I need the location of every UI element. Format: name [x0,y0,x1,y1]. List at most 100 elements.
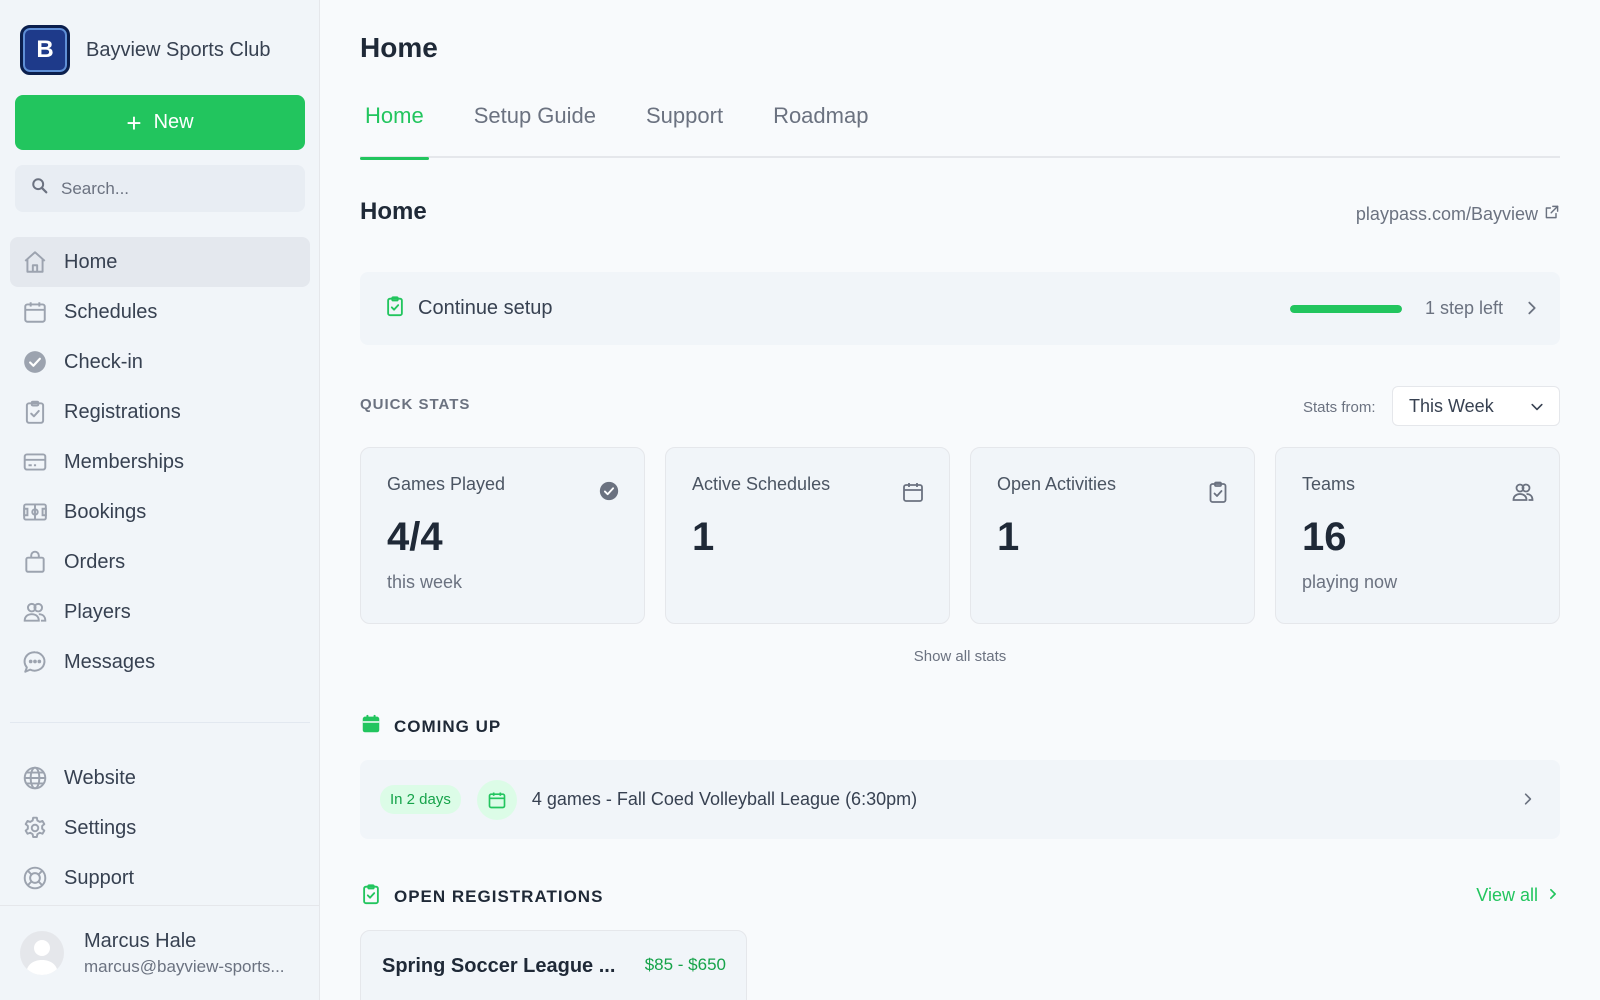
new-button-label: New [153,111,194,133]
sidebar-item-home[interactable]: Home [10,237,310,287]
open-registrations-header: OPEN REGISTRATIONS [360,883,603,910]
new-button[interactable]: + New [15,95,305,150]
calendar-icon [22,299,48,325]
sidebar-item-label: Messages [64,650,156,673]
avatar [20,931,64,975]
stat-card-active-schedules[interactable]: Active Schedules 1 [665,447,950,624]
tab-support[interactable]: Support [641,95,728,158]
sidebar-item-settings[interactable]: Settings [10,803,310,853]
setup-progress-bar [1290,305,1402,313]
calendar-icon [360,713,382,740]
clipboard-check-icon [22,399,48,425]
chevron-down-icon [1529,399,1545,420]
sidebar-item-messages[interactable]: Messages [10,637,310,687]
coming-up-header: COMING UP [360,713,501,740]
clipboard-check-icon [360,883,382,910]
upcoming-event[interactable]: In 2 days 4 games - Fall Coed Volleyball… [360,760,1560,839]
user-name: Marcus Hale [84,929,197,952]
sidebar-item-label: Players [64,600,131,623]
stat-card-teams[interactable]: Teams 16 playing now [1275,447,1560,624]
site-link-label: playpass.com/Bayview [1355,204,1538,224]
calendar-icon [901,480,925,509]
search-box [15,165,305,212]
users-icon [1511,480,1535,509]
sidebar-divider [10,722,310,723]
event-label: 4 games - Fall Coed Volleyball League (6… [531,789,918,809]
stats-period-select[interactable]: This Week [1392,386,1560,426]
clipboard-check-icon [1206,480,1230,509]
user-email: marcus@bayview-sports... [84,956,285,976]
sidebar-item-label: Website [64,766,136,789]
tab-bar: Home Setup Guide Support Roadmap [360,95,1560,160]
view-all-link[interactable]: View all [1476,885,1560,906]
open-registrations-title: OPEN REGISTRATIONS [394,886,604,906]
sidebar-item-label: Orders [64,550,126,573]
user-profile[interactable]: Marcus Hale marcus@bayview-sports... [0,905,320,1000]
brand[interactable]: B Bayview Sports Club [20,25,271,75]
tab-setup-guide[interactable]: Setup Guide [469,95,601,158]
globe-icon [22,765,48,791]
search-icon [31,177,49,200]
view-all-label: View all [1476,885,1538,905]
registration-price: $85 - $650 [644,955,726,974]
search-input[interactable] [61,178,281,199]
sidebar-item-label: Support [64,866,135,889]
continue-setup-label: Continue setup [418,297,553,319]
steps-left: 1 step left [1425,298,1504,318]
site-link[interactable]: playpass.com/Bayview [1356,204,1560,225]
stat-card-open-activities[interactable]: Open Activities 1 [970,447,1255,624]
sidebar-item-label: Check-in [64,350,143,373]
clipboard-check-icon [384,295,406,322]
sidebar-nav: Home Schedules Check-in Registrations Me… [10,237,310,687]
stat-card-sub: this week [387,572,463,592]
sidebar-item-label: Memberships [64,450,185,473]
tab-roadmap[interactable]: Roadmap [768,95,873,158]
sidebar-item-players[interactable]: Players [10,587,310,637]
field-icon [22,499,48,525]
users-icon [22,599,48,625]
show-all-stats-link[interactable]: Show all stats [360,648,1560,665]
sidebar-item-orders[interactable]: Orders [10,537,310,587]
sidebar-item-schedules[interactable]: Schedules [10,287,310,337]
external-link-icon [1544,204,1560,225]
section-title: Home [360,198,427,225]
sidebar-item-website[interactable]: Website [10,753,310,803]
page-title: Home [360,32,438,63]
sidebar: B Bayview Sports Club + New Home Schedul… [0,0,320,1000]
chevron-right-icon [1546,885,1560,906]
sidebar-item-bookings[interactable]: Bookings [10,487,310,537]
sidebar-item-label: Registrations [64,400,181,423]
tab-home[interactable]: Home [360,95,429,160]
gear-icon [22,815,48,841]
sidebar-item-check-in[interactable]: Check-in [10,337,310,387]
stat-card-value: 1 [692,515,715,559]
sidebar-secondary-nav: Website Settings Support [10,753,310,903]
quick-stats-title: QUICK STATS [360,396,471,413]
registration-name: Spring Soccer League ... [382,955,616,977]
bag-icon [22,549,48,575]
stat-cards: Games Played 4/4 this week Active Schedu… [360,447,1560,624]
stats-period-value: This Week [1409,395,1494,416]
stat-card-games-played[interactable]: Games Played 4/4 this week [360,447,645,624]
stat-card-value: 16 [1302,515,1347,559]
chat-icon [22,649,48,675]
coming-up-title: COMING UP [394,716,502,736]
check-circle-icon [22,349,48,375]
card-icon [22,449,48,475]
sidebar-item-label: Home [64,250,118,273]
stat-card-value: 1 [997,515,1020,559]
setup-progress-fill [1290,305,1402,313]
sidebar-item-registrations[interactable]: Registrations [10,387,310,437]
sidebar-item-support[interactable]: Support [10,853,310,903]
lifebuoy-icon [22,865,48,891]
plus-icon: + [126,107,142,138]
stats-from-label: Stats from: [1303,399,1376,416]
calendar-icon [476,779,517,820]
sidebar-item-memberships[interactable]: Memberships [10,437,310,487]
chevron-right-icon [1523,299,1541,322]
brand-name: Bayview Sports Club [86,38,271,61]
registration-card[interactable]: Spring Soccer League ... $85 - $650 [360,930,747,1000]
sidebar-item-label: Bookings [64,500,147,523]
continue-setup-banner[interactable]: Continue setup 1 step left [360,272,1560,345]
stat-card-sub: playing now [1302,572,1398,592]
